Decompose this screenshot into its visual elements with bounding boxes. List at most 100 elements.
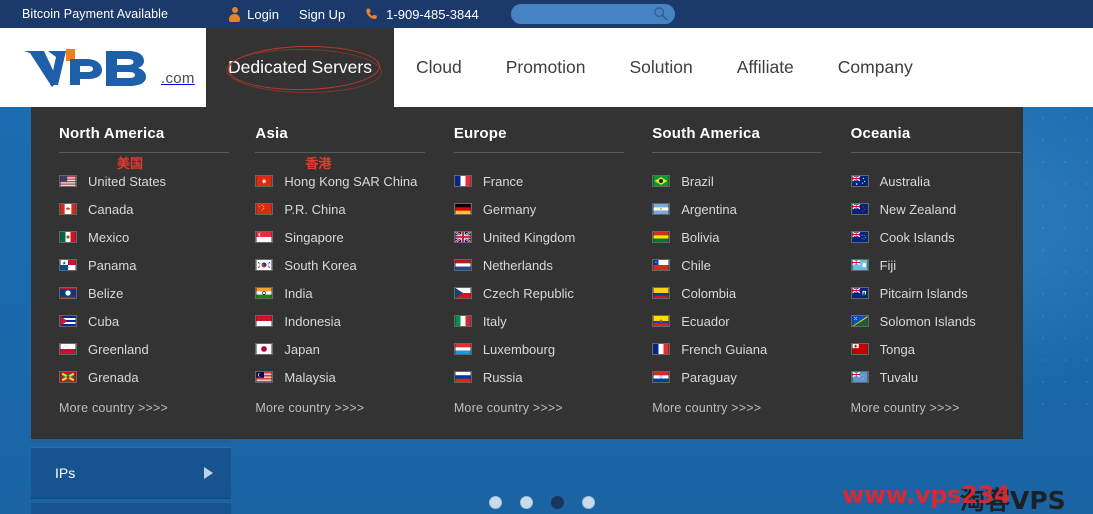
country-item-germany[interactable]: Germany [454, 195, 626, 223]
country-item-cuba[interactable]: Cuba [59, 307, 229, 335]
nav-item-cloud[interactable]: Cloud [394, 28, 484, 107]
country-item-tuvalu[interactable]: Tuvalu [851, 363, 1023, 391]
country-label: Grenada [88, 370, 139, 385]
nav-item-affiliate[interactable]: Affiliate [715, 28, 816, 107]
flag-icon-to [851, 343, 869, 355]
country-item-greenland[interactable]: Greenland [59, 335, 229, 363]
more-country-link-north-america[interactable]: More country >>>> [59, 401, 229, 415]
flag-icon-gl [59, 343, 77, 355]
country-item-ecuador[interactable]: Ecuador [652, 307, 824, 335]
country-item-french-guiana[interactable]: French Guiana [652, 335, 824, 363]
menu-column-south-america: South America Brazil Argentina Bolivia C… [626, 125, 824, 439]
country-item-russia[interactable]: Russia [454, 363, 626, 391]
country-label: Canada [88, 202, 134, 217]
country-item-malaysia[interactable]: Malaysia [255, 363, 427, 391]
country-item-united-kingdom[interactable]: United Kingdom [454, 223, 626, 251]
flag-icon-co [652, 287, 670, 299]
country-label: French Guiana [681, 342, 767, 357]
country-item-fiji[interactable]: Fiji [851, 251, 1023, 279]
country-item-grenada[interactable]: Grenada [59, 363, 229, 391]
country-label: Russia [483, 370, 523, 385]
country-item-tonga[interactable]: Tonga [851, 335, 1023, 363]
country-item-australia[interactable]: Australia [851, 167, 1023, 195]
flag-icon-fj [851, 259, 869, 271]
country-item-brazil[interactable]: Brazil [652, 167, 824, 195]
country-item-czech-republic[interactable]: Czech Republic [454, 279, 626, 307]
country-item-pr-china[interactable]: P.R. China [255, 195, 427, 223]
country-item-bolivia[interactable]: Bolivia [652, 223, 824, 251]
flag-icon-gf [652, 343, 670, 355]
country-item-united-states[interactable]: 美国 United States [59, 167, 229, 195]
carousel-dot[interactable] [520, 496, 533, 509]
search-box[interactable] [511, 4, 675, 24]
country-item-mexico[interactable]: Mexico [59, 223, 229, 251]
more-country-link-europe[interactable]: More country >>>> [454, 401, 626, 415]
country-label: Belize [88, 286, 123, 301]
country-label: Mexico [88, 230, 129, 245]
country-item-argentina[interactable]: Argentina [652, 195, 824, 223]
country-item-chile[interactable]: Chile [652, 251, 824, 279]
country-label: Singapore [284, 230, 343, 245]
country-item-netherlands[interactable]: Netherlands [454, 251, 626, 279]
country-item-pitcairn-islands[interactable]: Pitcairn Islands [851, 279, 1023, 307]
more-country-link-south-america[interactable]: More country >>>> [652, 401, 824, 415]
site-header: .com Dedicated Servers Cloud Promotion S… [0, 28, 1093, 107]
country-item-colombia[interactable]: Colombia [652, 279, 824, 307]
country-label: Panama [88, 258, 136, 273]
country-item-japan[interactable]: Japan [255, 335, 427, 363]
country-item-solomon-islands[interactable]: Solomon Islands [851, 307, 1023, 335]
flag-icon-ar [652, 203, 670, 215]
site-logo[interactable]: .com [22, 42, 200, 94]
country-label: Pitcairn Islands [880, 286, 968, 301]
login-link[interactable]: Login [247, 7, 279, 22]
flag-icon-jp [255, 343, 273, 355]
country-item-paraguay[interactable]: Paraguay [652, 363, 824, 391]
country-item-cook-islands[interactable]: Cook Islands [851, 223, 1023, 251]
login-group[interactable]: Login [228, 7, 299, 22]
sidebar-item-ips[interactable]: IPs [31, 447, 231, 499]
country-item-belize[interactable]: Belize [59, 279, 229, 307]
menu-column-title: North America [59, 125, 229, 152]
country-item-luxembourg[interactable]: Luxembourg [454, 335, 626, 363]
country-label: Bolivia [681, 230, 719, 245]
country-label: Cook Islands [880, 230, 955, 245]
menu-column-asia: Asia 香港 Hong Kong SAR China P.R. China S… [229, 125, 427, 439]
country-mega-menu: North America 美国 United States Canada Me… [31, 107, 1023, 439]
menu-column-title: Europe [454, 125, 626, 152]
nav-item-company[interactable]: Company [816, 28, 935, 107]
country-item-canada[interactable]: Canada [59, 195, 229, 223]
menu-column-title: Oceania [851, 125, 1023, 152]
country-item-new-zealand[interactable]: New Zealand [851, 195, 1023, 223]
search-input[interactable] [511, 4, 675, 24]
country-item-france[interactable]: France [454, 167, 626, 195]
carousel-dot-active[interactable] [551, 496, 564, 509]
country-label: Germany [483, 202, 536, 217]
country-label: Tonga [880, 342, 915, 357]
country-item-singapore[interactable]: Singapore [255, 223, 427, 251]
carousel-dot[interactable] [489, 496, 502, 509]
country-label: Ecuador [681, 314, 729, 329]
country-label: Hong Kong SAR China [284, 174, 417, 189]
nav-item-solution[interactable]: Solution [607, 28, 714, 107]
nav-item-promotion[interactable]: Promotion [484, 28, 608, 107]
country-item-indonesia[interactable]: Indonesia [255, 307, 427, 335]
country-label: Luxembourg [483, 342, 555, 357]
country-item-india[interactable]: India [255, 279, 427, 307]
flag-icon-nl [454, 259, 472, 271]
more-country-link-asia[interactable]: More country >>>> [255, 401, 427, 415]
carousel-dot[interactable] [582, 496, 595, 509]
signup-link[interactable]: Sign Up [299, 7, 345, 22]
menu-column-title: South America [652, 125, 824, 152]
country-item-italy[interactable]: Italy [454, 307, 626, 335]
menu-column-europe: Europe France Germany United Kingdom Net… [428, 125, 626, 439]
more-country-link-oceania[interactable]: More country >>>> [851, 401, 1023, 415]
country-label: Malaysia [284, 370, 335, 385]
country-label: Netherlands [483, 258, 553, 273]
country-label: Colombia [681, 286, 736, 301]
country-item-hong-kong[interactable]: 香港 Hong Kong SAR China [255, 167, 427, 195]
country-item-panama[interactable]: Panama [59, 251, 229, 279]
flag-icon-ca [59, 203, 77, 215]
annotation-label-united-states: 美国 [117, 153, 143, 172]
nav-item-dedicated-servers[interactable]: Dedicated Servers [206, 28, 394, 107]
country-item-south-korea[interactable]: South Korea [255, 251, 427, 279]
